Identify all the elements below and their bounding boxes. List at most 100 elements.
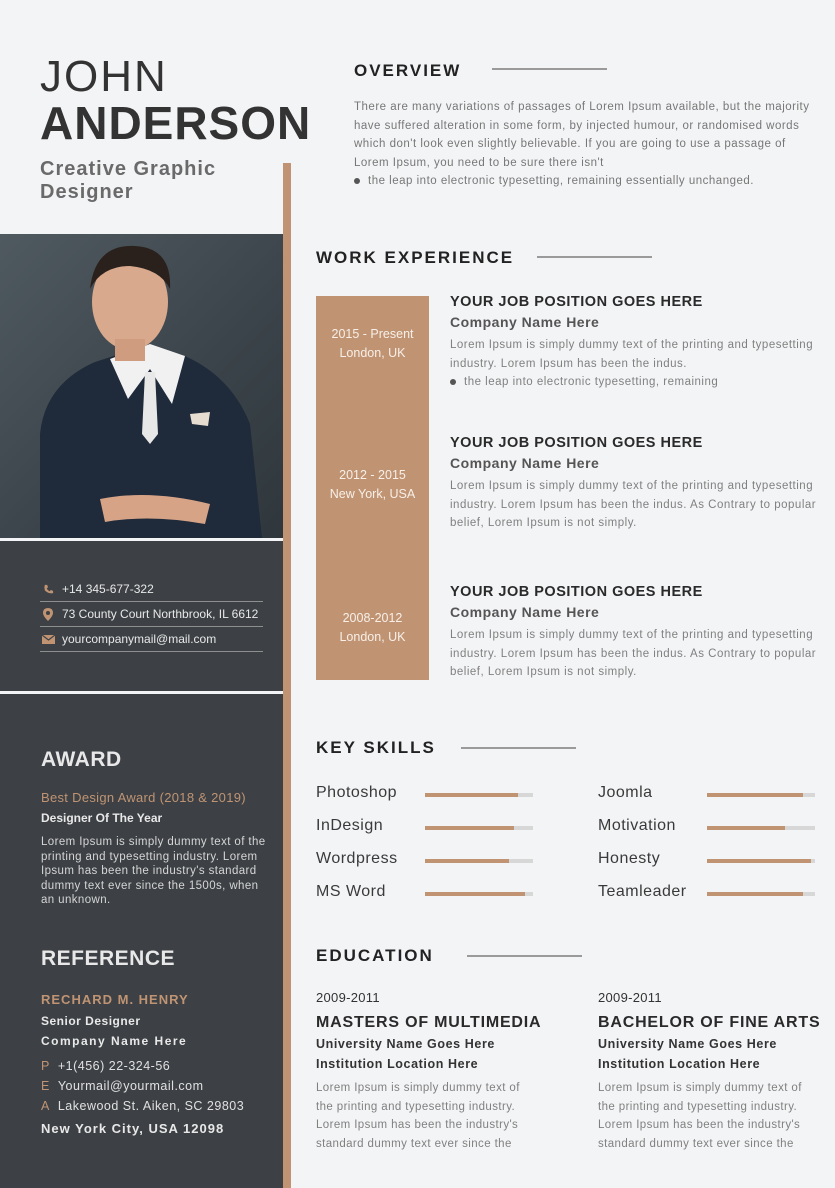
timeline-entry: 2008-2012 London, UK — [316, 609, 429, 647]
contact-phone: +14 345-677-322 — [40, 577, 263, 602]
education-years: 2009-2011 — [316, 990, 380, 1005]
award-subtitle: Designer Of The Year — [41, 811, 163, 825]
job-company: Company Name Here — [450, 455, 600, 471]
work-heading: WORK EXPERIENCE — [316, 248, 515, 267]
reference-company: Company Name Here — [41, 1034, 188, 1048]
profile-photo — [0, 234, 283, 538]
job-description: Lorem Ipsum is simply dummy text of the … — [450, 629, 817, 679]
timeline-dates: 2008-2012 — [342, 611, 403, 625]
job-company: Company Name Here — [450, 314, 600, 330]
skill-level-fill — [707, 793, 804, 797]
job-entry: YOUR JOB POSITION GOES HERE Company Name… — [450, 584, 820, 682]
bullet-icon — [450, 379, 456, 386]
education-divider — [467, 955, 582, 957]
skills-divider — [461, 747, 576, 749]
reference-phone: P +1(456) 22-324-56 — [41, 1059, 170, 1073]
education-description: Lorem Ipsum is simply dummy text of the … — [316, 1082, 520, 1150]
contact-address-text: 73 County Court Northbrook, IL 6612 — [62, 607, 259, 621]
reference-email-label: E — [41, 1079, 50, 1093]
skill-level-bar — [707, 859, 815, 863]
skill-level-fill — [425, 859, 510, 863]
timeline-location: New York, USA — [329, 487, 416, 501]
skill-level-fill — [425, 826, 514, 830]
skill-name: Photoshop — [316, 784, 398, 801]
skill-name: Joomla — [598, 784, 653, 801]
overview-heading: OVERVIEW — [354, 61, 462, 80]
skill-level-bar — [425, 892, 533, 896]
overview-bullet-text: the leap into electronic typesetting, re… — [368, 175, 754, 188]
skill-level-fill — [707, 892, 804, 896]
job-entry: YOUR JOB POSITION GOES HERE Company Name… — [450, 294, 820, 392]
skill-level-bar — [425, 859, 533, 863]
reference-email: E Yourmail@yourmail.com — [41, 1079, 204, 1093]
reference-phone-label: P — [41, 1059, 50, 1073]
reference-address-label: A — [41, 1099, 50, 1113]
job-company: Company Name Here — [450, 604, 600, 620]
work-divider — [537, 256, 652, 258]
education-entry: 2009-2011 BACHELOR OF FINE ARTS Universi… — [598, 990, 833, 1153]
skill-level-bar — [707, 826, 815, 830]
skill-level-fill — [707, 859, 811, 863]
skill-level-fill — [707, 826, 785, 830]
reference-heading: REFERENCE — [41, 947, 176, 970]
last-name: ANDERSON — [40, 97, 312, 149]
accent-divider — [283, 163, 291, 1188]
skill-level-bar — [707, 892, 815, 896]
contact-email: yourcompanymail@mail.com — [40, 627, 263, 652]
overview-text: There are many variations of passages of… — [354, 98, 814, 191]
job-description-text: Lorem Ipsum is simply dummy text of the … — [450, 339, 814, 370]
skill-name: Teamleader — [598, 883, 687, 900]
education-university: University Name Goes Here — [316, 1037, 495, 1051]
job-bullet-text: the leap into electronic typesetting, re… — [464, 376, 719, 389]
timeline-location: London, UK — [339, 630, 406, 644]
award-heading: AWARD — [41, 748, 122, 771]
contact-phone-text: +14 345-677-322 — [62, 582, 154, 596]
reference-city: New York City, USA 12098 — [41, 1121, 225, 1136]
skill-name: InDesign — [316, 817, 384, 834]
contact-address: 73 County Court Northbrook, IL 6612 — [40, 602, 263, 627]
skill-level-bar — [425, 793, 533, 797]
mail-icon — [40, 634, 56, 645]
reference-phone-text: +1(456) 22-324-56 — [57, 1059, 171, 1073]
timeline-entry: 2012 - 2015 New York, USA — [316, 466, 429, 504]
skill-name: Honesty — [598, 850, 661, 867]
skill-name: Motivation — [598, 817, 676, 834]
timeline-entry: 2015 - Present London, UK — [316, 325, 429, 363]
timeline-location: London, UK — [339, 346, 406, 360]
education-location: Institution Location Here — [598, 1057, 761, 1071]
education-heading: EDUCATION — [316, 946, 434, 965]
overview-divider — [492, 68, 607, 70]
person-portrait-icon — [40, 245, 262, 538]
skill-level-fill — [425, 892, 526, 896]
job-title: YOUR JOB POSITION GOES HERE — [450, 435, 703, 451]
contact-panel: +14 345-677-322 73 County Court Northbro… — [0, 541, 283, 691]
skill-level-bar — [707, 793, 815, 797]
first-name: JOHN — [40, 52, 168, 101]
overview-paragraph: There are many variations of passages of… — [354, 101, 810, 169]
overview-bullet: the leap into electronic typesetting, re… — [354, 172, 814, 191]
award-description: Lorem Ipsum is simply dummy text of the … — [41, 836, 266, 906]
award-name: Best Design Award (2018 & 2019) — [41, 790, 246, 805]
skill-level-fill — [425, 793, 518, 797]
education-location: Institution Location Here — [316, 1057, 479, 1071]
education-description: Lorem Ipsum is simply dummy text of the … — [598, 1082, 802, 1150]
skill-name: MS Word — [316, 883, 386, 900]
job-role: Creative Graphic Designer — [40, 158, 217, 203]
work-timeline: 2015 - Present London, UK 2012 - 2015 Ne… — [316, 296, 429, 680]
job-bullet: the leap into electronic typesetting, re… — [450, 373, 820, 392]
location-pin-icon — [40, 607, 56, 621]
bullet-icon — [354, 178, 360, 185]
education-university: University Name Goes Here — [598, 1037, 777, 1051]
reference-name: RECHARD M. HENRY — [41, 992, 189, 1007]
reference-address: A Lakewood St. Aiken, SC 29803 — [41, 1099, 244, 1113]
reference-role: Senior Designer — [41, 1014, 141, 1028]
education-entry: 2009-2011 MASTERS OF MULTIMEDIA Universi… — [316, 990, 551, 1153]
reference-address-text: Lakewood St. Aiken, SC 29803 — [57, 1099, 245, 1113]
timeline-dates: 2012 - 2015 — [339, 468, 406, 482]
skill-level-bar — [425, 826, 533, 830]
education-degree: BACHELOR OF FINE ARTS — [598, 1014, 821, 1031]
reference-email-text[interactable]: Yourmail@yourmail.com — [58, 1079, 204, 1093]
job-title: YOUR JOB POSITION GOES HERE — [450, 584, 703, 600]
contact-email-text[interactable]: yourcompanymail@mail.com — [62, 632, 216, 646]
job-title: YOUR JOB POSITION GOES HERE — [450, 294, 703, 310]
